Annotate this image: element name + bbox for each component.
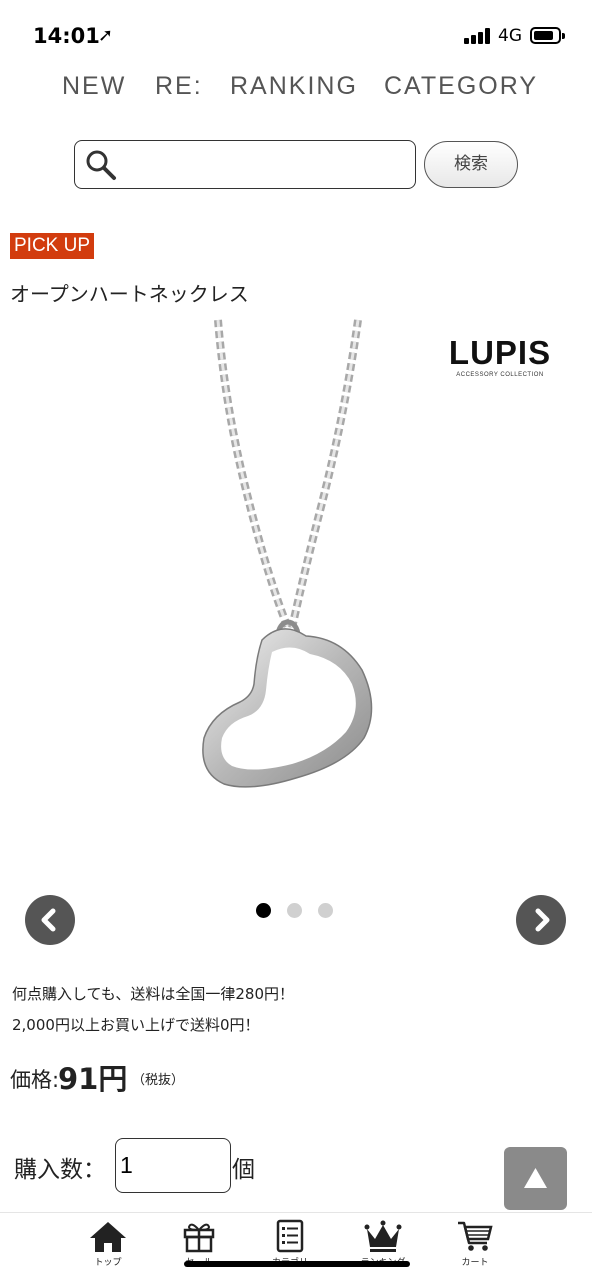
- quantity-label: 購入数：: [14, 1157, 106, 1183]
- arrow-up-icon: [524, 1168, 547, 1188]
- nav-category[interactable]: CATEGORY: [384, 72, 538, 101]
- chevron-left-icon: [41, 908, 56, 932]
- nav-ranking[interactable]: RANKING: [230, 72, 358, 101]
- tab-cart-label: カート: [461, 1258, 489, 1268]
- search-icon: [86, 150, 116, 180]
- cart-icon: [458, 1221, 493, 1251]
- nav-new[interactable]: NEW: [62, 72, 126, 101]
- home-icon: [90, 1222, 126, 1252]
- status-bar: 14:01 ➚ 4G: [0, 0, 592, 72]
- necklace-image: [202, 319, 373, 788]
- list-icon: [276, 1219, 304, 1253]
- carousel-dots: [256, 903, 346, 919]
- product-title: オープンハートネックレス: [10, 282, 249, 306]
- top-nav: NEW RE: RANKING CATEGORY: [0, 72, 592, 108]
- carousel-prev-button[interactable]: [25, 895, 75, 945]
- pickup-badge: PICK UP: [10, 233, 95, 259]
- battery-icon: [530, 27, 565, 44]
- search-input[interactable]: [121, 145, 409, 183]
- shipping-info-line2: 2,000円以上お買い上げで送料0円！: [12, 1016, 260, 1034]
- chevron-right-icon: [535, 908, 550, 932]
- gift-icon: [183, 1223, 215, 1253]
- carousel-dot[interactable]: [256, 903, 271, 918]
- product-image[interactable]: [0, 318, 592, 888]
- price-label: 価格:: [10, 1068, 60, 1092]
- quantity-input[interactable]: [115, 1138, 231, 1193]
- signal-icon: [464, 28, 492, 44]
- carousel-dot[interactable]: [287, 903, 302, 918]
- crown-icon: [364, 1220, 402, 1252]
- quantity-unit: 個: [232, 1157, 255, 1183]
- home-indicator: [184, 1261, 410, 1267]
- back-to-top-button[interactable]: [504, 1147, 567, 1210]
- price-tax-note: （税抜）: [132, 1073, 185, 1088]
- carousel-dot[interactable]: [318, 903, 333, 918]
- brand-logo-sub: ACCESSORY COLLECTION: [456, 372, 544, 378]
- location-arrow-icon: ➚: [98, 25, 114, 46]
- price-value: 91円: [58, 1062, 128, 1096]
- brand-logo-name: LUPIS: [448, 334, 552, 371]
- brand-logo: LUPIS ACCESSORY COLLECTION: [440, 334, 560, 378]
- tab-cart[interactable]: カート: [440, 1219, 510, 1275]
- tab-top[interactable]: トップ: [73, 1219, 143, 1275]
- search-button[interactable]: 検索: [424, 141, 518, 188]
- carousel-next-button[interactable]: [516, 895, 566, 945]
- bottom-tab-bar: トップ セール カテゴリ ランキング: [0, 1212, 592, 1280]
- tab-top-label: トップ: [94, 1258, 122, 1268]
- shipping-info-line1: 何点購入しても、送料は全国一律280円！: [12, 985, 294, 1003]
- nav-re[interactable]: RE:: [155, 72, 203, 101]
- status-time: 14:01: [33, 24, 100, 48]
- network-type: 4G: [498, 26, 522, 46]
- search-field[interactable]: [74, 140, 416, 189]
